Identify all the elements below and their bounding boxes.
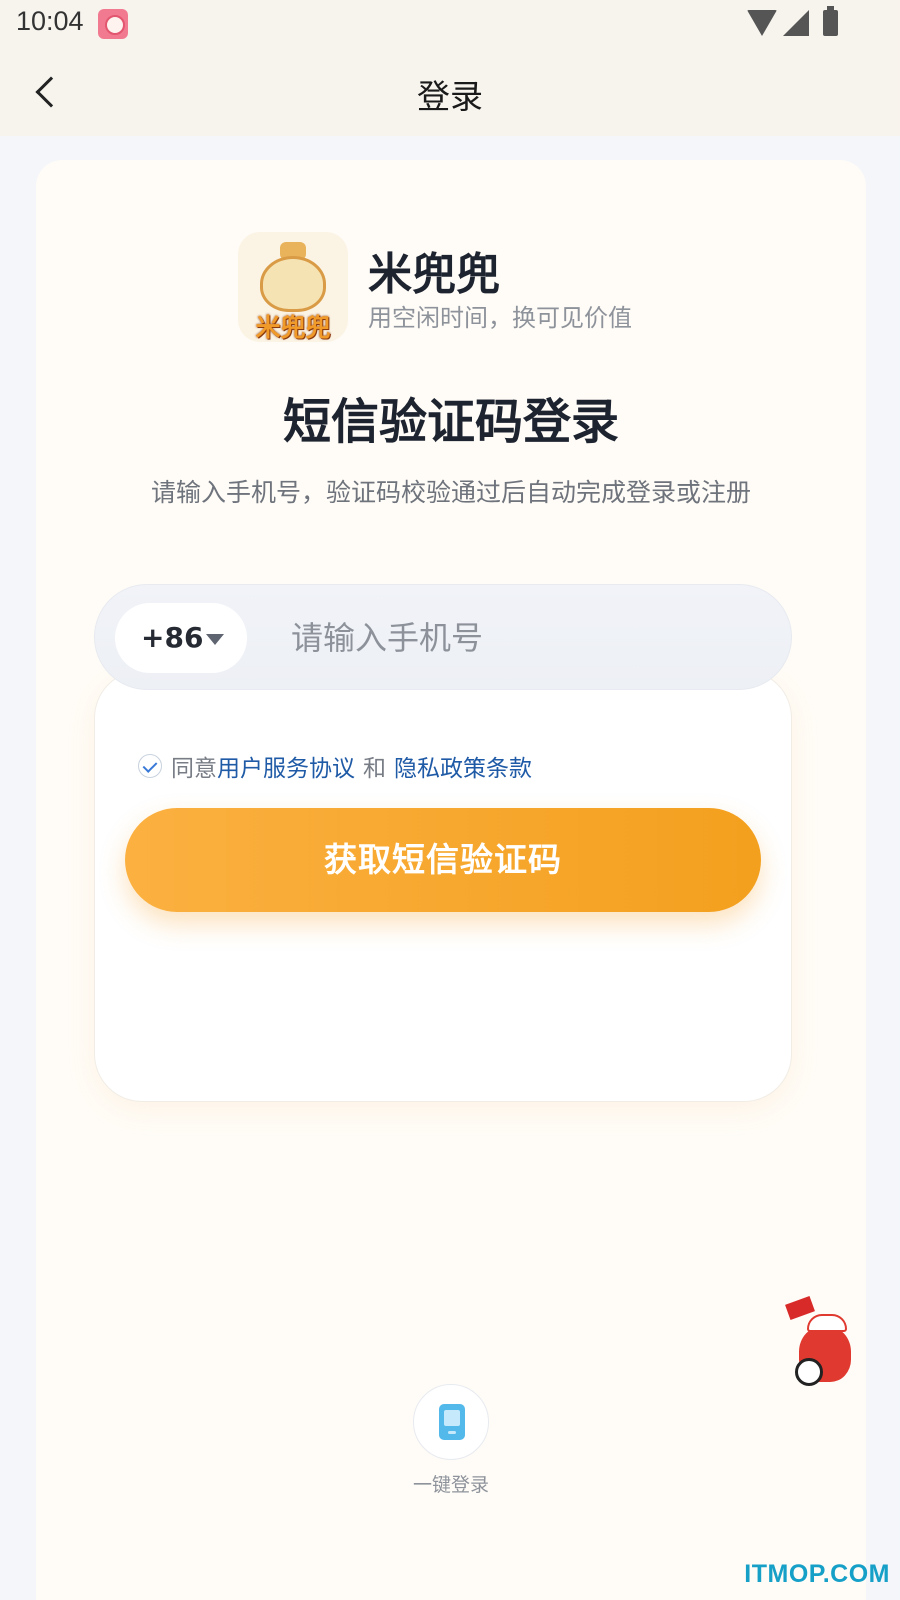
app-logo: 米兜兜 xyxy=(238,232,348,342)
brand-slogan: 用空闲时间，换可见价值 xyxy=(368,304,632,332)
signal-icon xyxy=(783,10,809,36)
logo-text: 米兜兜 xyxy=(255,313,331,342)
one-key-login-button[interactable]: 一键登录 xyxy=(394,1384,508,1504)
caret-down-icon xyxy=(206,634,224,645)
status-bar: 10:04 xyxy=(0,0,900,48)
login-subheading: 请输入手机号，验证码校验通过后自动完成登录或注册 xyxy=(150,478,751,507)
status-time: 10:04 xyxy=(16,6,84,36)
get-sms-code-button[interactable]: 获取短信验证码 xyxy=(125,808,761,912)
mascot-hat xyxy=(807,1314,847,1332)
login-content: 米兜兜 米兜兜 用空闲时间，换可见价值 短信验证码登录 请输入手机号，验证码校验… xyxy=(36,160,866,1600)
red-mascot-soccer-icon[interactable] xyxy=(785,1296,877,1400)
watermark: ITMOP.COM xyxy=(744,1560,890,1588)
brand-name: 米兜兜 xyxy=(368,249,500,300)
app-bar: 登录 xyxy=(0,48,900,136)
phone-input-row: +86 xyxy=(94,584,792,690)
agreement-prefix: 同意 xyxy=(171,756,217,782)
terms-of-service-link[interactable]: 用户服务协议 xyxy=(217,749,355,783)
soccer-ball-icon xyxy=(795,1358,823,1386)
country-code-selector[interactable]: +86 xyxy=(115,603,247,673)
battery-charging-icon xyxy=(823,6,838,36)
agreement-checkbox[interactable] xyxy=(138,754,162,778)
country-code-label: +86 xyxy=(141,621,204,654)
one-key-login-circle xyxy=(413,1384,489,1460)
one-key-login-label: 一键登录 xyxy=(412,1474,489,1496)
logo-money-bag-icon xyxy=(260,256,326,312)
login-heading: 短信验证码登录 xyxy=(282,394,619,450)
agreement-row: 同意 用户服务协议 和 隐私政策条款 xyxy=(138,750,532,782)
app-notification-icon xyxy=(98,9,128,39)
mobile-phone-icon xyxy=(439,1404,465,1440)
agreement-and: 和 xyxy=(363,756,386,782)
privacy-policy-link[interactable]: 隐私政策条款 xyxy=(394,749,532,783)
brand-header: 米兜兜 米兜兜 用空闲时间，换可见价值 xyxy=(238,232,678,342)
status-icons xyxy=(747,6,838,36)
phone-number-input[interactable] xyxy=(291,605,761,671)
mascot-flag-icon xyxy=(785,1296,815,1320)
page-title: 登录 xyxy=(417,77,483,116)
wifi-icon xyxy=(747,10,777,36)
